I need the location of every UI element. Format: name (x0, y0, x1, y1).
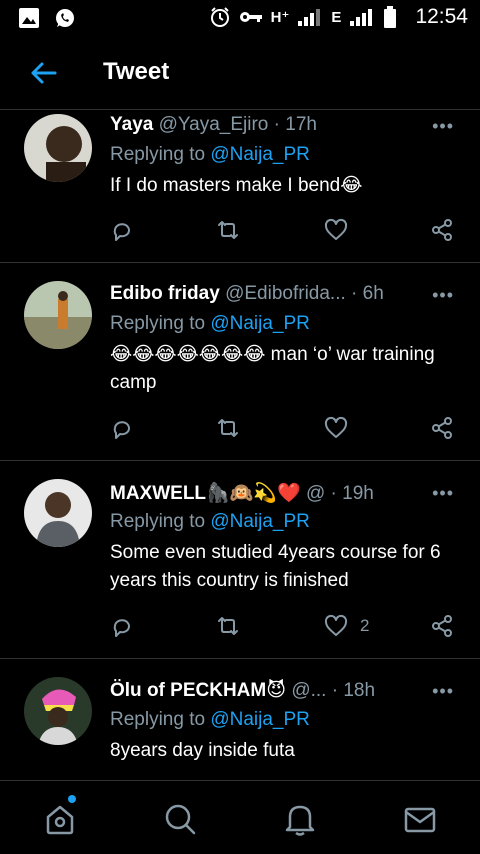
share-icon (432, 615, 452, 637)
replying-prefix: Replying to (110, 313, 206, 334)
alarm-icon (210, 7, 229, 27)
heart-icon (324, 218, 348, 240)
top-app-bar: Tweet (0, 36, 480, 110)
bottom-navigation (0, 780, 480, 854)
search-icon[interactable] (162, 801, 198, 837)
avatar[interactable] (24, 281, 92, 349)
key-icon (239, 12, 262, 22)
tweet-reply[interactable]: MAXWELL🦍🙉💫❤️ @ · 19h ••• Replying to @Na… (0, 461, 480, 659)
more-options-icon[interactable]: ••• (432, 116, 454, 137)
reply-button[interactable] (110, 614, 134, 638)
avatar[interactable] (24, 479, 92, 547)
user-handle: @ (305, 483, 326, 504)
reply-button[interactable] (110, 416, 134, 440)
timestamp: · 6h (351, 283, 384, 304)
retweet-button[interactable] (216, 218, 240, 242)
display-name[interactable]: Ölu of PECKHAM😈 (110, 680, 286, 701)
user-handle: @Yaya_Ejiro (158, 114, 269, 135)
tweet-actions (110, 416, 460, 444)
tweet-actions: 2 (110, 614, 460, 642)
tweet-actions (110, 218, 460, 246)
share-button[interactable] (430, 416, 454, 440)
tweet-header: Yaya @Yaya_Ejiro · 17h (110, 114, 420, 136)
battery-icon (384, 6, 397, 28)
retweet-button[interactable] (216, 614, 240, 638)
user-handle: @... (291, 680, 327, 701)
more-options-icon[interactable]: ••• (432, 285, 454, 306)
replying-to-link[interactable]: @Naija_PR (210, 144, 310, 165)
image-icon (19, 8, 39, 28)
timestamp: · 18h (331, 680, 376, 701)
retweet-button[interactable] (216, 416, 240, 440)
network-type-2: E (331, 8, 342, 26)
tweet-text: Some even studied 4years course for 6 ye… (110, 542, 441, 591)
display-name[interactable]: Yaya (110, 114, 153, 135)
clock: 12:54 (415, 5, 468, 28)
tweet-header: MAXWELL🦍🙉💫❤️ @ · 19h (110, 481, 420, 505)
tweet-reply[interactable]: Yaya @Yaya_Ejiro · 17h ••• Replying to @… (0, 110, 480, 263)
like-count: 2 (360, 616, 370, 635)
more-options-icon[interactable]: ••• (432, 681, 454, 702)
replying-to: Replying to @Naija_PR (110, 511, 310, 533)
status-bar: H⁺ E 12:54 (0, 0, 480, 36)
tweet-reply[interactable]: Ölu of PECKHAM😈 @... · 18h ••• Replying … (0, 659, 480, 780)
reply-icon (113, 421, 130, 439)
share-icon (432, 219, 452, 241)
replying-to-link[interactable]: @Naija_PR (210, 313, 310, 334)
messages-envelope-icon[interactable] (402, 801, 438, 837)
reply-icon (113, 619, 130, 637)
retweet-icon (218, 221, 238, 239)
more-options-icon[interactable]: ••• (432, 483, 454, 504)
tweet-text: If I do masters make I bend😂 (110, 175, 363, 196)
timestamp: · 17h (273, 114, 317, 135)
replying-prefix: Replying to (110, 511, 206, 532)
avatar[interactable] (24, 114, 92, 182)
retweet-icon (218, 617, 238, 635)
like-button[interactable] (324, 416, 360, 440)
share-button[interactable] (430, 218, 454, 242)
notification-dot (68, 795, 76, 803)
signal-icon (298, 9, 321, 26)
whatsapp-icon (56, 9, 74, 27)
replying-to-link[interactable]: @Naija_PR (210, 511, 310, 532)
replying-to-link[interactable]: @Naija_PR (210, 709, 310, 730)
timestamp: · 19h (330, 483, 374, 504)
tweet-text: 8years day inside futa (110, 740, 295, 761)
tweet-reply[interactable]: Edibo friday @Edibofrida... · 6h ••• Rep… (0, 263, 480, 461)
like-button[interactable] (324, 218, 360, 242)
replying-to: Replying to @Naija_PR (110, 313, 310, 335)
user-handle: @Edibofrida... (225, 283, 346, 304)
replying-prefix: Replying to (110, 144, 206, 165)
like-button[interactable]: 2 (324, 614, 369, 638)
display-name[interactable]: Edibo friday (110, 283, 220, 304)
page-title: Tweet (103, 58, 170, 85)
reply-icon (113, 223, 130, 241)
back-arrow-icon[interactable] (28, 58, 58, 88)
heart-icon (324, 614, 348, 636)
reply-button[interactable] (110, 218, 134, 242)
display-name[interactable]: MAXWELL🦍🙉💫❤️ (110, 483, 301, 504)
home-icon[interactable] (42, 801, 78, 837)
replying-to: Replying to @Naija_PR (110, 144, 310, 166)
share-icon (432, 417, 452, 439)
retweet-icon (218, 419, 238, 437)
notifications-bell-icon[interactable] (282, 801, 318, 837)
share-button[interactable] (430, 614, 454, 638)
heart-icon (324, 416, 348, 438)
tweet-header: Ölu of PECKHAM😈 @... · 18h (110, 679, 420, 702)
tweet-header: Edibo friday @Edibofrida... · 6h (110, 283, 420, 305)
tweet-text: 😂😂😂😂😂😂😂 man ‘o’ war training camp (110, 344, 435, 393)
replying-to: Replying to @Naija_PR (110, 709, 310, 731)
signal-icon-2 (350, 9, 373, 26)
avatar[interactable] (24, 677, 92, 745)
replying-prefix: Replying to (110, 709, 206, 730)
network-type-1: H⁺ (270, 9, 290, 26)
